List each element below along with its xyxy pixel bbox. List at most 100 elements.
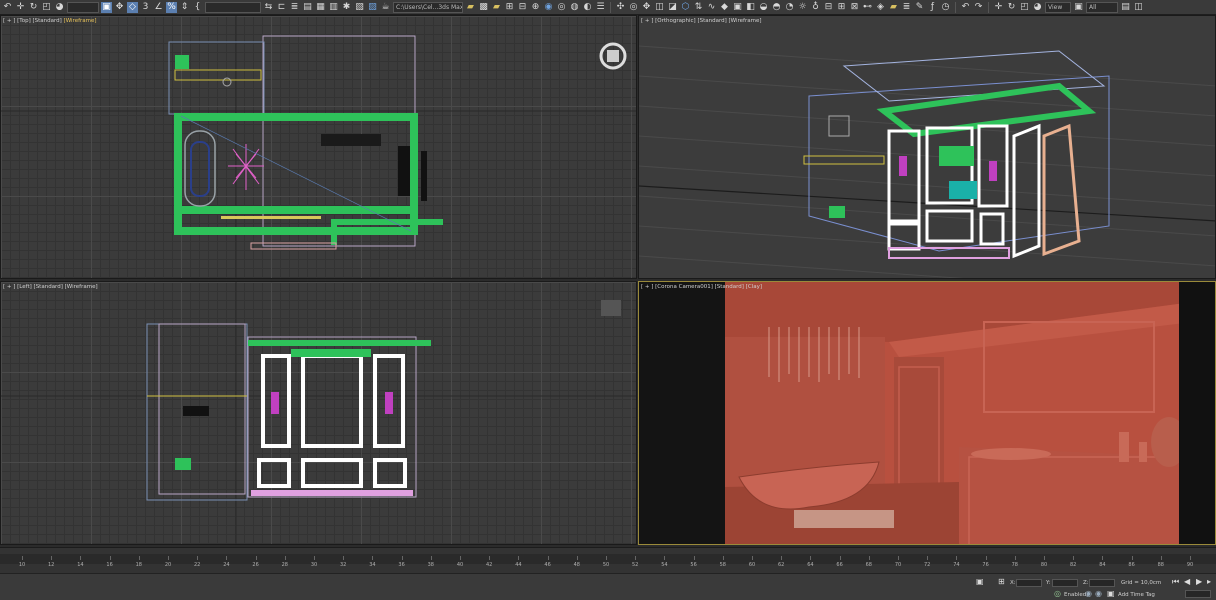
spinner-snap-icon[interactable]: ⇕ (179, 2, 190, 13)
y-coord-field[interactable] (1052, 579, 1078, 587)
select-by-name-icon[interactable]: ▤ (1120, 2, 1131, 13)
select-move-2-icon[interactable]: ✛ (993, 2, 1004, 13)
layer-icon[interactable]: ≣ (289, 2, 300, 13)
timeline-tick-label: 10 (18, 562, 26, 568)
save-icon[interactable]: ▩ (478, 2, 489, 13)
viewport-top-label[interactable]: [ + ] [Top] [Standard] [Wireframe] (3, 18, 97, 24)
sort-icon[interactable]: ⇅ (693, 2, 704, 13)
viewport-left[interactable]: [ + ] [Left] [Standard] [Wireframe] (0, 281, 637, 545)
list-icon[interactable]: ≣ (901, 2, 912, 13)
history-icon[interactable]: ◷ (940, 2, 951, 13)
z-coord-field[interactable] (1089, 579, 1115, 587)
corona-icon[interactable]: ◉ (543, 2, 554, 13)
link-icon[interactable]: ⊷ (862, 2, 873, 13)
undo-icon[interactable]: ↶ (2, 2, 13, 13)
grid-icon[interactable]: ⊟ (517, 2, 528, 13)
place-2-icon[interactable]: ◕ (1032, 2, 1043, 13)
viewport-orthographic[interactable]: [ + ] [Orthographic] [Standard] [Wirefra… (638, 15, 1216, 279)
rotate-icon[interactable]: ↻ (28, 2, 39, 13)
time-slider[interactable]: 10 12 14 16 18 20 22 24 26 28 30 32 34 36 38 40 42 44 46 48… (0, 547, 1216, 573)
attach-icon[interactable]: ◫ (654, 2, 665, 13)
region-select-icon[interactable]: ◇ (127, 1, 138, 13)
place-icon[interactable]: ◕ (54, 2, 65, 13)
play-icon[interactable]: ▶ (1196, 578, 1202, 586)
viewport-ortho-label[interactable]: [ + ] [Orthographic] [Standard] [Wirefra… (641, 18, 762, 24)
crop-icon[interactable]: ◧ (745, 2, 756, 13)
absolute-mode-icon[interactable]: ⊞ (998, 578, 1005, 586)
redo-icon[interactable]: ↷ (973, 2, 984, 13)
x-coord-field[interactable] (1016, 579, 1042, 587)
prev-frame-icon[interactable]: ◀ (1184, 578, 1190, 586)
enabled-icon-2[interactable]: ◉ (1095, 590, 1102, 598)
cloth-icon[interactable]: ◈ (875, 2, 886, 13)
light-lister-icon[interactable]: ◐ (582, 2, 593, 13)
viewport-left-label[interactable]: [ + ] [Left] [Standard] [Wireframe] (3, 284, 98, 290)
mesh-icon[interactable]: ⊞ (836, 2, 847, 13)
scale-2-icon[interactable]: ◰ (1019, 2, 1030, 13)
mirror-icon[interactable]: ⇆ (263, 2, 274, 13)
viewport-top[interactable]: [ + ] [Top] [Standard] [Wireframe] (0, 15, 637, 279)
curve-editor-icon[interactable]: ▦ (315, 2, 326, 13)
group-icon[interactable]: ◪ (667, 2, 678, 13)
cylinder-icon[interactable]: ◓ (771, 2, 782, 13)
material-editor-icon[interactable]: ✱ (341, 2, 352, 13)
project-path-dropdown[interactable]: C:\Users\Cel...3ds Max 2024 (393, 1, 463, 13)
scene-explorer-icon[interactable]: ⊞ (504, 2, 515, 13)
box-icon[interactable]: ▣ (732, 2, 743, 13)
torus-icon[interactable]: ◔ (784, 2, 795, 13)
interactive-render-icon[interactable]: ◎ (556, 2, 567, 13)
render-setup-icon[interactable]: ▧ (354, 2, 365, 13)
scale-icon[interactable]: ◰ (41, 2, 52, 13)
pivot-icon[interactable]: ⊕ (530, 2, 541, 13)
sphere-icon[interactable]: ◒ (758, 2, 769, 13)
align-icon[interactable]: ⊏ (276, 2, 287, 13)
pivot-center-icon[interactable]: ▣ (1073, 2, 1084, 13)
vfb-icon[interactable]: ◍ (569, 2, 580, 13)
light-icon[interactable]: ☼ (797, 2, 808, 13)
time-tag-icon[interactable]: ▣ (1107, 590, 1115, 598)
timeline-tick-mark (460, 556, 461, 560)
fx-icon[interactable]: ƒ (927, 2, 938, 13)
snap-toggle[interactable]: 3 (140, 2, 151, 13)
viewport-camera-label[interactable]: [ + ] [Corona Camera001] [Standard] [Cla… (641, 284, 762, 290)
render-icon[interactable]: ☕ (380, 2, 391, 13)
transform-icon[interactable]: ◎ (1054, 590, 1061, 598)
percent-snap-icon[interactable]: % (166, 1, 177, 13)
tag-icon[interactable]: ◆ (719, 2, 730, 13)
render-frame-icon[interactable]: ▨ (367, 2, 378, 13)
toggle-ribbon-icon[interactable]: ▤ (302, 2, 313, 13)
viewport-camera[interactable]: [ + ] [Corona Camera001] [Standard] [Cla… (638, 281, 1216, 545)
folder-2-icon[interactable]: ▰ (888, 2, 899, 13)
frame-field[interactable] (1185, 590, 1211, 598)
schematic-icon[interactable]: ▥ (328, 2, 339, 13)
move-icon[interactable]: ✥ (114, 2, 125, 13)
edit-icon[interactable]: ✎ (914, 2, 925, 13)
next-frame-icon[interactable]: ▸ (1207, 578, 1211, 586)
reference-coord-dropdown[interactable]: View (1045, 1, 1071, 13)
redo-back-icon[interactable]: ↶ (960, 2, 971, 13)
select-icon[interactable]: ▣ (101, 1, 112, 13)
folder-icon[interactable]: ▰ (465, 2, 476, 13)
orbit-icon[interactable]: ✣ (615, 2, 626, 13)
selection-filter-dropdown[interactable] (67, 1, 99, 13)
add-time-tag-label[interactable]: Add Time Tag (1118, 592, 1155, 598)
named-selection-dropdown[interactable] (205, 1, 261, 13)
open-icon[interactable]: ▰ (491, 2, 502, 13)
unwrap-icon[interactable]: ⊠ (849, 2, 860, 13)
move-gizmo-icon[interactable]: ✥ (641, 2, 652, 13)
angle-snap-icon[interactable]: ∠ (153, 2, 164, 13)
wire-icon[interactable]: ∿ (706, 2, 717, 13)
select-move-icon[interactable]: ✛ (15, 2, 26, 13)
options-icon[interactable]: ☰ (595, 2, 606, 13)
go-to-start-icon[interactable]: ⏮ (1172, 578, 1179, 586)
rotate-2-icon[interactable]: ↻ (1006, 2, 1017, 13)
lock-icon[interactable]: ▣ (976, 578, 984, 586)
bulb-icon[interactable]: ♁ (810, 2, 821, 13)
scatter-icon[interactable]: ⬡ (680, 2, 691, 13)
enabled-icon[interactable]: ◉ (1085, 590, 1092, 598)
shape-icon[interactable]: ⊟ (823, 2, 834, 13)
camera-icon[interactable]: ◎ (628, 2, 639, 13)
named-selection-icon[interactable]: { (192, 2, 203, 13)
filter-dropdown[interactable]: All (1086, 1, 1118, 13)
window-crossing-icon[interactable]: ◫ (1133, 2, 1144, 13)
